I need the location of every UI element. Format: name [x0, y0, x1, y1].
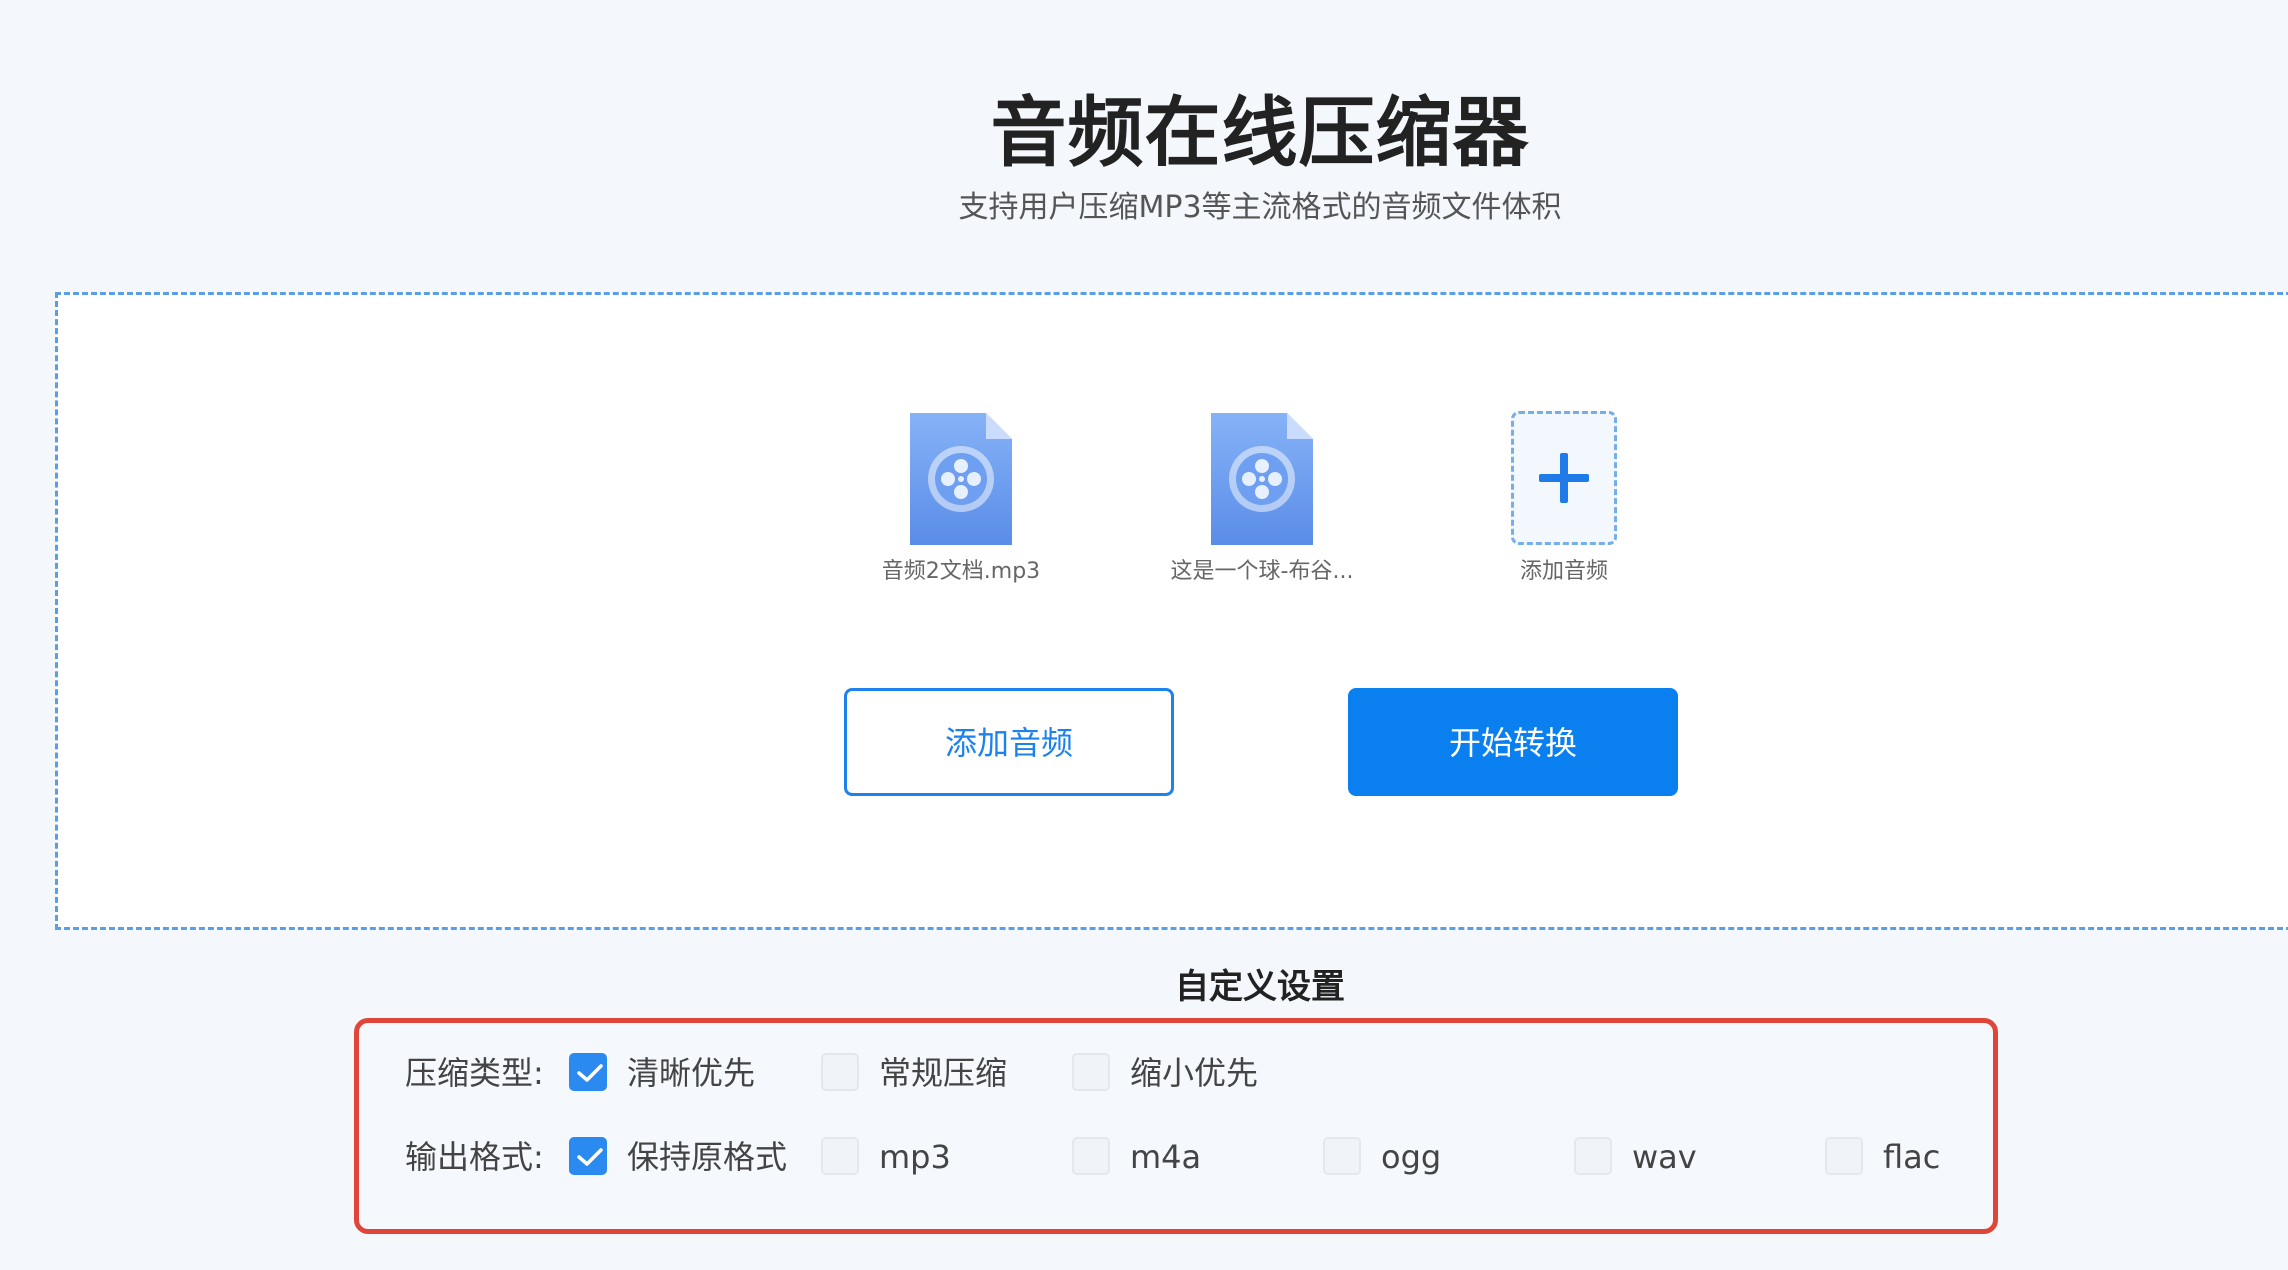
audio-file-icon — [910, 413, 1012, 545]
file-name: 音频2文档.mp3 — [881, 559, 1041, 584]
add-audio-tile-label: 添加音频 — [1519, 559, 1608, 584]
file-name: 这是一个球-布谷... — [1170, 559, 1354, 584]
option-label: 保持原格式 — [627, 1138, 788, 1176]
file-item[interactable]: 音频2文档.mp3 — [831, 413, 1091, 587]
option-format-m4a[interactable]: m4a — [1072, 1137, 1232, 1177]
checkbox[interactable] — [1072, 1137, 1110, 1175]
option-label: mp3 — [879, 1138, 951, 1176]
output-format-label: 输出格式: — [405, 1138, 544, 1176]
compression-type-label: 压缩类型: — [405, 1054, 544, 1092]
option-label: 缩小优先 — [1130, 1054, 1259, 1092]
file-item[interactable]: 这是一个球-布谷... — [1132, 413, 1392, 587]
option-label: wav — [1632, 1138, 1697, 1176]
option-format-wav[interactable]: wav — [1574, 1137, 1734, 1177]
option-label: flac — [1883, 1138, 1941, 1176]
option-smaller-first[interactable]: 缩小优先 — [1072, 1053, 1272, 1093]
start-convert-button[interactable]: 开始转换 — [1348, 688, 1678, 796]
checkbox[interactable] — [821, 1053, 859, 1091]
option-label: 常规压缩 — [879, 1054, 1008, 1092]
option-label: ogg — [1381, 1138, 1442, 1176]
check-icon — [577, 1064, 603, 1082]
checkbox[interactable] — [1574, 1137, 1612, 1175]
add-audio-tile-box[interactable] — [1511, 411, 1617, 545]
option-label: 清晰优先 — [627, 1054, 756, 1092]
option-keep-original-format[interactable]: 保持原格式 — [569, 1137, 799, 1177]
checkbox[interactable] — [1323, 1137, 1361, 1175]
checkbox[interactable] — [569, 1137, 607, 1175]
page-subtitle: 支持用户压缩MP3等主流格式的音频文件体积 — [958, 190, 1562, 225]
settings-panel: 压缩类型: 清晰优先 常规压缩 缩小优先 输出格式: 保持原格式 mp3 m4a — [354, 1018, 1998, 1234]
checkbox[interactable] — [1072, 1053, 1110, 1091]
check-icon — [577, 1148, 603, 1166]
page-title: 音频在线压缩器 — [990, 88, 1530, 177]
checkbox[interactable] — [821, 1137, 859, 1175]
plus-icon — [1539, 453, 1589, 503]
checkbox[interactable] — [569, 1053, 607, 1091]
audio-file-icon — [1211, 413, 1313, 545]
option-normal-compression[interactable]: 常规压缩 — [821, 1053, 1021, 1093]
checkbox[interactable] — [1825, 1137, 1863, 1175]
option-format-mp3[interactable]: mp3 — [821, 1137, 981, 1177]
option-format-flac[interactable]: flac — [1825, 1137, 1975, 1177]
option-label: m4a — [1130, 1138, 1202, 1176]
option-clarity-first[interactable]: 清晰优先 — [569, 1053, 769, 1093]
settings-title: 自定义设置 — [1175, 967, 1345, 1007]
upload-drop-zone[interactable]: 音频2文档.mp3 这是一个球-布谷... 添加音频 — [55, 292, 2288, 930]
option-format-ogg[interactable]: ogg — [1323, 1137, 1483, 1177]
add-audio-tile[interactable]: 添加音频 — [1434, 411, 1694, 587]
add-audio-button[interactable]: 添加音频 — [844, 688, 1174, 796]
